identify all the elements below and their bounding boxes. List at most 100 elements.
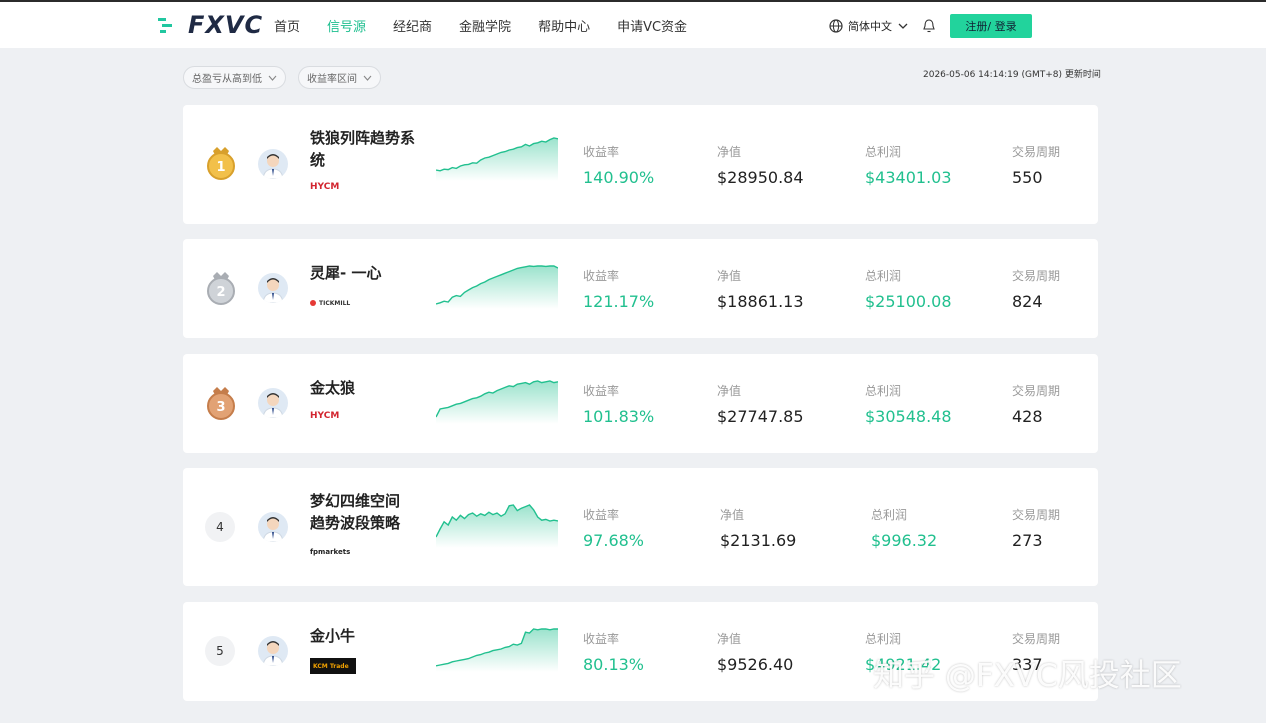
nav-brokers[interactable]: 经纪商	[393, 16, 432, 35]
site-header: FXVC 首页 信号源 经纪商 金融学院 帮助中心 申请VC资金 简体中文 注册…	[0, 2, 1266, 48]
profit-label: 总利润	[865, 384, 902, 398]
avatar-person-icon	[262, 517, 284, 542]
profit-value: $996.32	[871, 531, 938, 550]
nav-value: $2131.69	[720, 531, 797, 550]
nav-value: $27747.85	[717, 407, 804, 426]
update-label: 更新时间	[1064, 70, 1101, 80]
chevron-down-icon	[898, 23, 908, 29]
update-time: 2026-05-06 14:14:19 (GMT+8) 更新时间	[923, 67, 1101, 80]
profit-label: 总利润	[865, 145, 902, 159]
period-label: 交易周期	[1012, 508, 1061, 522]
nav-home[interactable]: 首页	[274, 16, 300, 35]
avatar[interactable]	[258, 512, 288, 542]
return-value: 140.90%	[583, 168, 655, 187]
sort-filter-label: 总盈亏从高到低	[192, 74, 262, 85]
rank-badge: 5	[205, 636, 235, 666]
language-selector[interactable]: 简体中文	[829, 18, 913, 34]
sparkline-area	[436, 505, 558, 548]
bronze-medal-icon: 3	[207, 387, 235, 420]
sort-filter-dropdown[interactable]: 总盈亏从高到低	[183, 66, 286, 89]
update-timezone: (GMT+8)	[1021, 70, 1062, 80]
nav-help[interactable]: 帮助中心	[538, 16, 590, 35]
equity-sparkline	[436, 137, 558, 181]
return-label: 收益率	[583, 384, 620, 398]
logo-text: FXVC	[188, 11, 264, 39]
period-value: 428	[1012, 407, 1043, 426]
equity-sparkline	[436, 265, 558, 309]
avatar[interactable]	[258, 273, 288, 303]
avatar-person-icon	[262, 278, 284, 303]
return-label: 收益率	[583, 508, 620, 522]
broker-dot-icon	[310, 300, 316, 306]
broker-logo: TICKMILL	[310, 295, 350, 311]
fxvc-logo[interactable]: FXVC	[158, 11, 264, 39]
language-label: 简体中文	[848, 20, 892, 33]
gold-medal-icon: 1	[207, 147, 235, 180]
sparkline-area	[436, 266, 558, 309]
avatar[interactable]	[258, 149, 288, 179]
broker-logo: KCM Trade	[310, 658, 356, 674]
nav-signals[interactable]: 信号源	[327, 16, 366, 35]
period-value: 550	[1012, 168, 1043, 187]
signal-name[interactable]: 铁狼列阵趋势系统	[310, 127, 420, 171]
return-range-dropdown[interactable]: 收益率区间	[298, 66, 381, 89]
signal-card[interactable]: 4 梦幻四维空间趋势波段策略 fpmarkets 收益率 97.68% 净值 $…	[183, 468, 1098, 586]
chevron-down-icon	[363, 75, 372, 81]
medal-rank: 1	[216, 160, 225, 175]
nav-label: 净值	[720, 508, 745, 522]
profit-label: 总利润	[865, 269, 902, 283]
period-label: 交易周期	[1012, 145, 1061, 159]
silver-medal-icon: 2	[207, 272, 235, 305]
return-value: 121.17%	[583, 292, 655, 311]
signal-card[interactable]: 3 金太狼 HYCM 收益率 101.83% 净值 $27747.85 总利润 …	[183, 354, 1098, 453]
rank-badge: 4	[205, 512, 235, 542]
nav-apply-funds[interactable]: 申请VC资金	[617, 16, 687, 35]
period-label: 交易周期	[1012, 632, 1061, 646]
period-label: 交易周期	[1012, 384, 1061, 398]
return-label: 收益率	[583, 269, 620, 283]
signal-name[interactable]: 金太狼	[310, 377, 420, 399]
sparkline-area	[436, 138, 558, 181]
equity-sparkline	[436, 628, 558, 672]
return-value: 80.13%	[583, 655, 645, 674]
broker-logo: fpmarkets	[310, 548, 351, 556]
signal-name[interactable]: 灵犀- 一心	[310, 262, 420, 284]
equity-sparkline	[436, 380, 558, 424]
chevron-down-icon	[268, 75, 277, 81]
broker-logo: HYCM	[310, 411, 340, 421]
watermark: 知乎 @FXVC风投社区	[873, 658, 1182, 694]
signal-name[interactable]: 梦幻四维空间趋势波段策略	[310, 490, 410, 534]
avatar-person-icon	[262, 393, 284, 418]
signal-card[interactable]: 1 铁狼列阵趋势系统 HYCM 收益率 140.90% 净值 $28950.84…	[183, 105, 1098, 224]
nav-value: $18861.13	[717, 292, 804, 311]
period-label: 交易周期	[1012, 269, 1061, 283]
profit-value: $43401.03	[865, 168, 952, 187]
nav-value: $9526.40	[717, 655, 794, 674]
profit-label: 总利润	[871, 508, 908, 522]
signal-name[interactable]: 金小牛	[310, 625, 420, 647]
globe-icon	[829, 19, 843, 33]
logo-speed-icon	[158, 18, 172, 33]
nav-value: $28950.84	[717, 168, 804, 187]
profit-label: 总利润	[865, 632, 902, 646]
nav-label: 净值	[717, 632, 742, 646]
nav-label: 净值	[717, 269, 742, 283]
nav-academy[interactable]: 金融学院	[459, 16, 511, 35]
avatar[interactable]	[258, 388, 288, 418]
profit-value: $30548.48	[865, 407, 952, 426]
medal-rank: 3	[216, 400, 225, 415]
equity-sparkline	[436, 504, 558, 548]
register-login-button[interactable]: 注册/ 登录	[950, 14, 1032, 38]
period-value: 273	[1012, 531, 1043, 550]
avatar[interactable]	[258, 636, 288, 666]
return-value: 101.83%	[583, 407, 655, 426]
return-value: 97.68%	[583, 531, 645, 550]
broker-logo: HYCM	[310, 182, 340, 192]
signal-card[interactable]: 2 灵犀- 一心 TICKMILL 收益率 121.17% 净值 $18861.…	[183, 239, 1098, 338]
bell-icon[interactable]	[923, 19, 935, 33]
period-value: 824	[1012, 292, 1043, 311]
return-range-label: 收益率区间	[307, 74, 357, 85]
main-nav: 首页 信号源 经纪商 金融学院 帮助中心 申请VC资金	[274, 16, 714, 35]
avatar-person-icon	[262, 154, 284, 179]
broker-name: TICKMILL	[319, 299, 351, 307]
